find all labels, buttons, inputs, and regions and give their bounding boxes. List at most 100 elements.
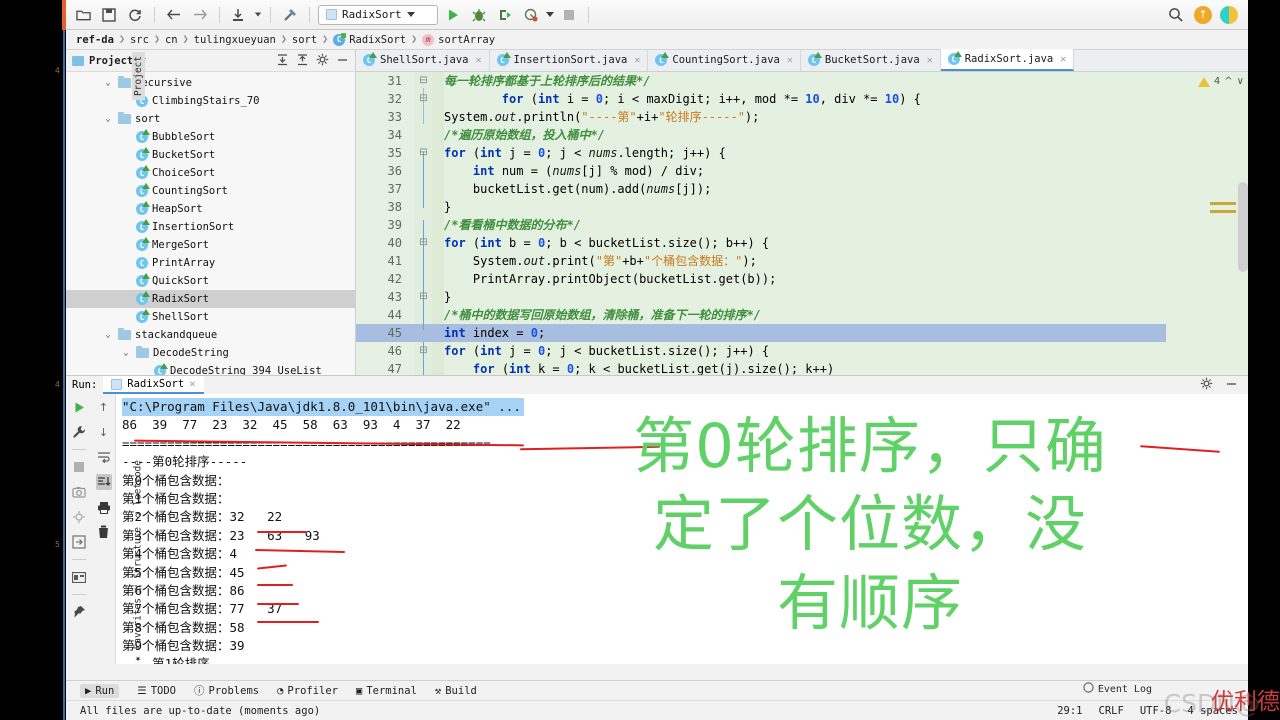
fold-toggle-icon[interactable]: ⊟ <box>418 288 429 306</box>
prev-problem-icon[interactable]: ^ <box>1224 76 1232 87</box>
vcs-update-icon[interactable] <box>228 4 250 26</box>
breadcrumb-item-1[interactable]: src <box>130 34 149 46</box>
sync-icon[interactable] <box>124 4 146 26</box>
editor-tab-shellsort[interactable]: C ShellSort.java ✕ <box>356 49 490 71</box>
breadcrumb-item-4[interactable]: sort <box>292 34 317 46</box>
fold-toggle-icon[interactable]: ⊟ <box>418 72 429 90</box>
tree-item-stackandqueue[interactable]: ⌄ stackandqueue <box>66 326 355 344</box>
close-icon[interactable]: ✕ <box>1060 54 1066 65</box>
bottom-tool-todo[interactable]: ☰ TODO <box>137 685 176 697</box>
caret-position[interactable]: 29:1 <box>1057 705 1082 717</box>
breadcrumb-item-0[interactable]: ref-da <box>76 34 114 46</box>
close-icon[interactable]: ✕ <box>634 55 640 66</box>
avatar[interactable] <box>1220 5 1238 24</box>
editor-tab-radixsort[interactable]: C RadixSort.java ✕ <box>940 49 1075 71</box>
chevron-down-icon[interactable]: ⌄ <box>102 330 114 340</box>
editor-tab-bucketsort[interactable]: C BucketSort.java ✕ <box>801 49 941 71</box>
code-line[interactable]: bucketList.get(num).add(nums[j]); <box>444 180 1166 198</box>
tree-item-mergesort[interactable]: C MergeSort <box>66 236 355 254</box>
indent-setting[interactable]: 4 spaces <box>1187 705 1238 717</box>
code-line[interactable]: System.out.println("----第"+i+"轮排序-----")… <box>444 108 1166 126</box>
breadcrumb-item-6[interactable]: m sortArray <box>422 33 495 46</box>
breadcrumb-item-3[interactable]: tulingxueyuan <box>194 34 276 46</box>
back-arrow-icon[interactable] <box>163 4 185 26</box>
editor-marker-1[interactable] <box>1210 202 1236 205</box>
minimize-panel-icon[interactable] <box>1225 377 1238 393</box>
trash-icon[interactable] <box>96 524 112 540</box>
profile-dropdown-caret-icon[interactable] <box>546 12 554 17</box>
stop-button[interactable] <box>558 4 580 26</box>
tree-item-quicksort[interactable]: C QuickSort <box>66 272 355 290</box>
code-line[interactable]: } <box>444 288 1166 306</box>
code-line[interactable]: PrintArray.printObject(bucketList.get(b)… <box>444 270 1166 288</box>
save-icon[interactable] <box>98 4 120 26</box>
breadcrumb-item-5[interactable]: C RadixSort <box>333 32 406 46</box>
sidebar-item-leetcode[interactable]: ◇ leetcode <box>130 460 146 521</box>
code-editor[interactable]: 31 ⊟ 32 ⊟ 33 34 35 ⊟ 36 37 38 39 40 ⊟ 41 42 43 ⊟ 44 45 46 ⊟ 47… <box>356 72 1248 375</box>
close-icon[interactable]: ✕ <box>927 55 933 66</box>
tree-item-shellsort[interactable]: C ShellSort <box>66 308 355 326</box>
code-line[interactable]: for (int j = 0; j < bucketList.size(); j… <box>444 342 1166 360</box>
run-button[interactable] <box>442 4 464 26</box>
pin-icon[interactable] <box>71 604 87 620</box>
search-icon[interactable] <box>1164 4 1186 26</box>
collapse-all-icon[interactable] <box>296 53 309 69</box>
tree-item-bucketsort[interactable]: C BucketSort <box>66 146 355 164</box>
file-encoding[interactable]: UTF-8 <box>1140 705 1172 717</box>
tree-item-bubblesort[interactable]: C BubbleSort <box>66 128 355 146</box>
line-separator[interactable]: CRLF <box>1099 705 1124 717</box>
run-configuration-selector[interactable]: RadixSort <box>318 4 438 25</box>
run-panel-tab[interactable]: RadixSort ✕ <box>103 376 204 394</box>
tree-item-decodestring[interactable]: ⌄ DecodeString <box>66 344 355 362</box>
soft-wrap-icon[interactable] <box>96 449 112 465</box>
debug-button[interactable] <box>468 4 490 26</box>
minimize-panel-icon[interactable] <box>336 53 349 69</box>
vcs-dropdown-caret-icon[interactable] <box>254 12 262 17</box>
close-icon[interactable]: ✕ <box>189 378 195 390</box>
chevron-down-icon[interactable]: ⌄ <box>120 348 132 358</box>
editor-tab-countingsort[interactable]: C CountingSort.java ✕ <box>648 49 801 71</box>
expand-all-icon[interactable] <box>276 53 289 69</box>
chevron-down-icon[interactable]: ⌄ <box>102 78 114 88</box>
forward-arrow-icon[interactable] <box>189 4 211 26</box>
tree-item-insertionsort[interactable]: C InsertionSort <box>66 218 355 236</box>
build-hammer-icon[interactable] <box>279 4 301 26</box>
run-with-coverage-button[interactable] <box>494 4 516 26</box>
bottom-tool-problems[interactable]: ⓘ Problems <box>194 683 259 698</box>
arrow-up-icon[interactable]: ↑ <box>96 399 112 415</box>
code-line[interactable]: /*桶中的数据写回原始数组，清除桶，准备下一轮的排序*/ <box>444 306 1166 324</box>
bottom-tool-run[interactable]: ▶ Run <box>80 683 120 698</box>
fold-toggle-icon[interactable]: ⊟ <box>418 342 429 360</box>
close-icon[interactable]: ✕ <box>787 55 793 66</box>
code-line[interactable]: /*看看桶中数据的分布*/ <box>444 216 1166 234</box>
gear-icon[interactable] <box>316 53 329 69</box>
code-line[interactable]: } <box>444 198 1166 216</box>
scroll-to-end-icon[interactable] <box>95 474 112 490</box>
console-output[interactable]: "C:\Program Files\Java\jdk1.8.0_101\bin\… <box>116 394 1248 664</box>
chevron-down-icon[interactable]: ⌄ <box>102 114 114 124</box>
code-line[interactable]: for (int j = 0; j < nums.length; j++) { <box>444 144 1166 162</box>
arrow-down-icon[interactable]: ↓ <box>96 424 112 440</box>
bottom-tool-build[interactable]: ⚒ Build <box>435 685 477 697</box>
tree-item-recursive[interactable]: ⌄ recursive <box>66 74 355 92</box>
sidebar-item-structure[interactable]: ☷ Structure <box>130 527 146 593</box>
exit-icon[interactable] <box>71 534 87 550</box>
stop-icon[interactable] <box>71 459 87 475</box>
layout-icon[interactable] <box>71 569 87 585</box>
code-line[interactable]: /*遍历原始数组，投入桶中*/ <box>444 126 1166 144</box>
update-badge-icon[interactable]: ↑ <box>1194 5 1212 24</box>
tree-item-radixsort[interactable]: C RadixSort <box>66 290 355 308</box>
breadcrumb-item-2[interactable]: cn <box>165 34 178 46</box>
tree-item-printarray[interactable]: C PrintArray <box>66 254 355 272</box>
open-folder-icon[interactable] <box>72 4 94 26</box>
tree-item-choicesort[interactable]: C ChoiceSort <box>66 164 355 182</box>
editor-scrollbar-thumb[interactable] <box>1238 182 1248 272</box>
gear-icon[interactable] <box>1200 377 1213 393</box>
settings-wrench-icon[interactable] <box>71 424 87 440</box>
code-line[interactable]: System.out.print("第"+b+"个桶包含数据："); <box>444 252 1166 270</box>
next-problem-icon[interactable]: ∨ <box>1237 76 1244 87</box>
fold-toggle-icon[interactable]: ⊟ <box>418 90 429 108</box>
code-line[interactable]: for (int b = 0; b < bucketList.size(); b… <box>444 234 1166 252</box>
dump-threads-icon[interactable] <box>71 509 87 525</box>
camera-icon[interactable] <box>71 484 87 500</box>
